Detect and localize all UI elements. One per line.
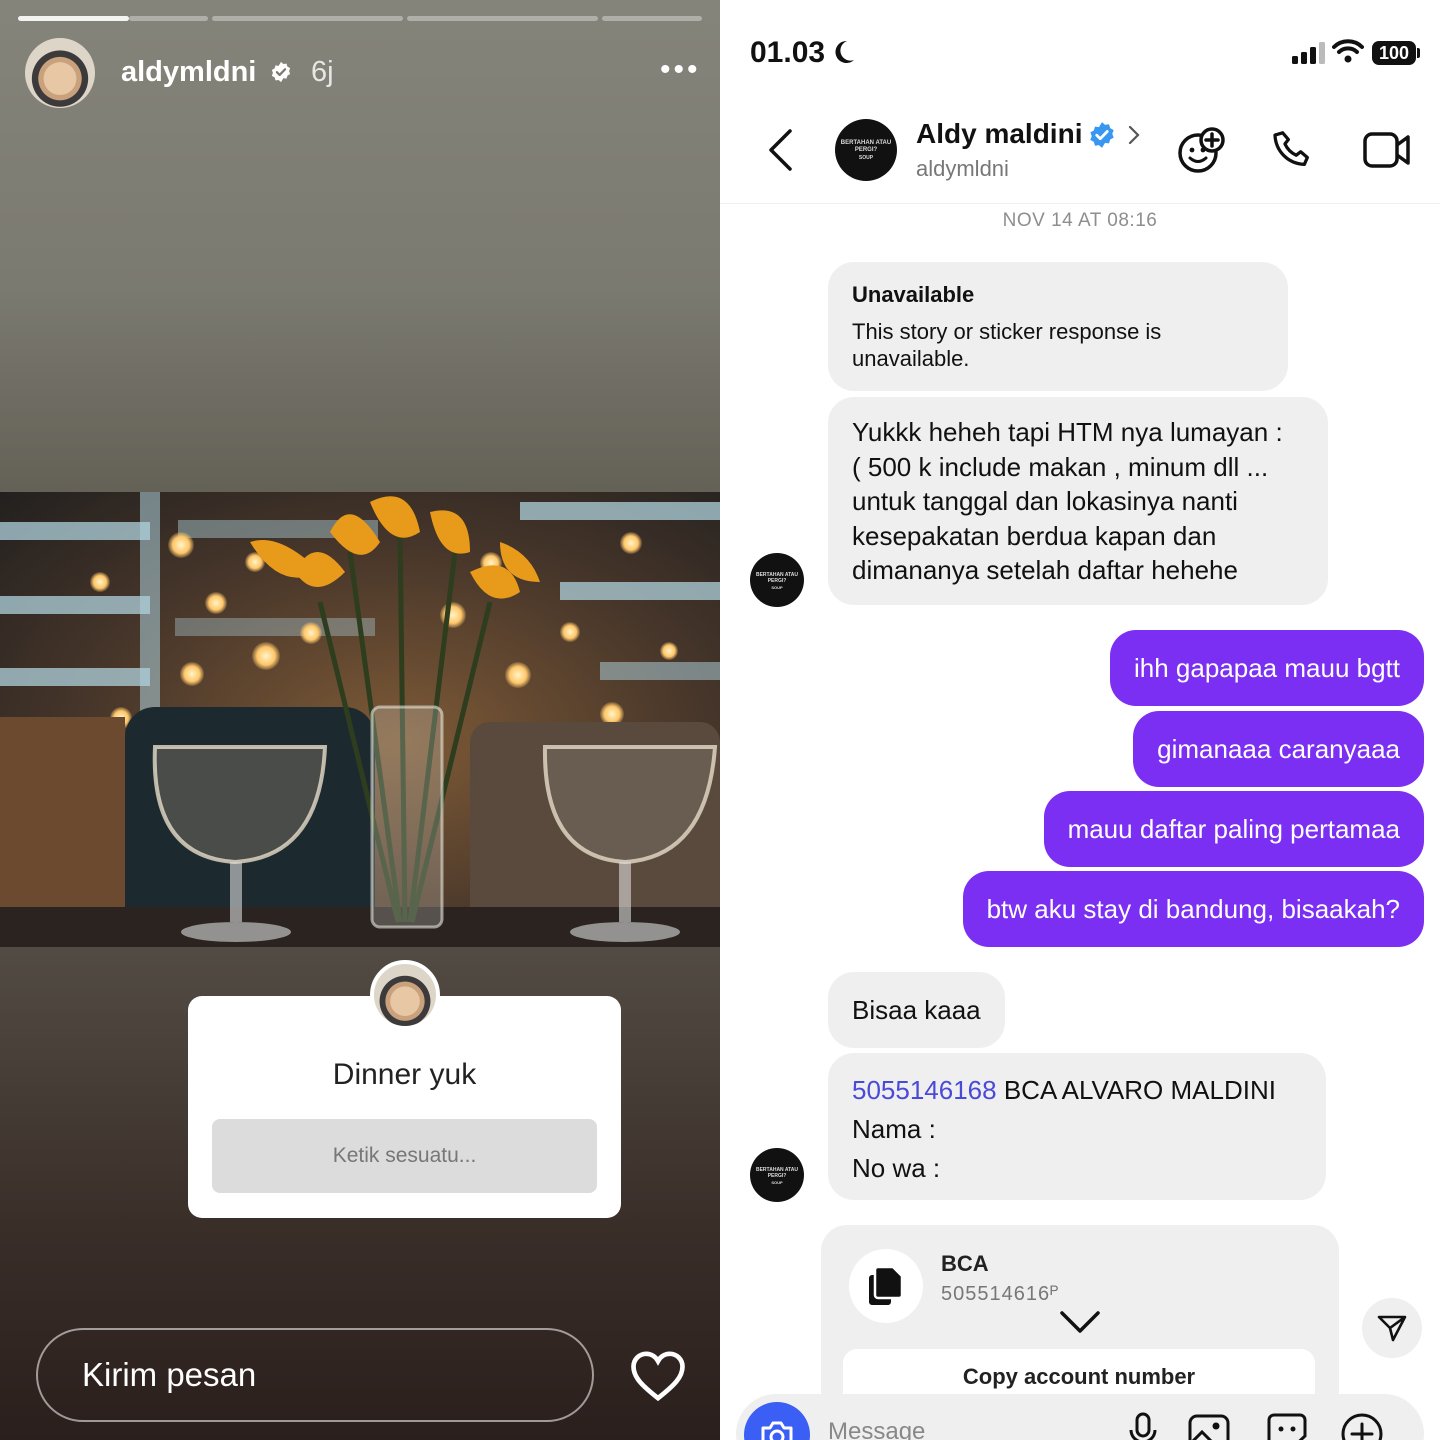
- battery-tip: [1417, 48, 1420, 58]
- verified-badge-icon: [271, 61, 291, 83]
- message-line: Nama :: [852, 1114, 936, 1144]
- bank-name: BCA: [941, 1251, 989, 1276]
- story-avatar[interactable]: [25, 38, 95, 108]
- battery-indicator: 100: [1372, 41, 1416, 65]
- story-viewer: aldymldni 6j ••• Dinner yuk Ketik sesuat…: [0, 0, 720, 1440]
- message-line: 5055146168 BCA ALVARO MALDINI: [852, 1071, 1304, 1110]
- story-username[interactable]: aldymldni: [121, 56, 256, 89]
- message-line: dimananya setelah daftar hehehe: [852, 555, 1238, 585]
- story-progress-segment: [212, 16, 403, 21]
- sender-avatar[interactable]: BERTAHAN ATAU PERGI? SOUP: [750, 553, 804, 607]
- heart-icon[interactable]: [630, 1350, 686, 1402]
- chat-contact-handle: aldymldni: [916, 156, 1009, 181]
- direct-message-screen: 01.03 100 BERTAHAN ATAU PERGI? SOUP Aldy…: [720, 0, 1440, 1440]
- moon-icon: [835, 40, 854, 63]
- incoming-message[interactable]: Bisaa kaaa: [828, 972, 1005, 1048]
- message-line: untuk tanggal dan lokasinya nanti: [852, 486, 1238, 516]
- story-photo: [0, 492, 720, 947]
- add-icon[interactable]: [1340, 1412, 1384, 1440]
- story-progress-segment: [18, 16, 129, 21]
- chevron-down-icon[interactable]: [1059, 1309, 1101, 1335]
- camera-icon: [761, 1421, 793, 1440]
- share-button[interactable]: [1362, 1298, 1422, 1358]
- status-time: 01.03: [750, 36, 826, 69]
- bank-account-number: 505514616ᴾ: [941, 1283, 1060, 1305]
- chevron-right-icon[interactable]: [1127, 124, 1141, 146]
- wifi-icon: [1332, 39, 1364, 63]
- wine-glass-illustration: [152, 745, 328, 942]
- message-composer[interactable]: Message: [736, 1394, 1424, 1440]
- chat-avatar[interactable]: BERTAHAN ATAU PERGI? SOUP: [835, 119, 897, 181]
- message-input[interactable]: Message: [828, 1418, 925, 1440]
- sticker-icon[interactable]: [1266, 1412, 1308, 1440]
- message-line: ( 500 k include makan , minum dll ...: [852, 451, 1269, 482]
- outgoing-message[interactable]: mauu daftar paling pertamaa: [1043, 791, 1424, 867]
- unavailable-story-message[interactable]: Unavailable This story or sticker respon…: [828, 262, 1288, 391]
- incoming-message[interactable]: Yukkk heheh tapi HTM nya lumayan : ( 500…: [828, 397, 1328, 605]
- story-time-ago: 6j: [311, 56, 334, 88]
- chat-contact-name[interactable]: Aldy maldini: [916, 118, 1082, 150]
- video-call-icon[interactable]: [1362, 128, 1412, 172]
- microphone-icon[interactable]: [1128, 1412, 1158, 1440]
- outgoing-message[interactable]: gimanaaa caranyaaa: [1133, 711, 1424, 787]
- phone-call-icon[interactable]: [1270, 128, 1316, 174]
- story-progress-segment: [129, 16, 208, 21]
- verified-badge-icon: [1090, 122, 1114, 148]
- story-reply-input[interactable]: Kirim pesan: [36, 1328, 594, 1422]
- bank-holder-text: BCA ALVARO MALDINI: [996, 1075, 1276, 1105]
- sticker-answer-input[interactable]: Ketik sesuatu...: [212, 1119, 597, 1193]
- more-options-icon[interactable]: •••: [660, 55, 701, 85]
- send-arrow-icon: [1377, 1315, 1407, 1342]
- back-chevron-icon[interactable]: [766, 128, 794, 172]
- unavailable-title: Unavailable: [852, 282, 975, 307]
- sticker-question: Dinner yuk: [332, 1058, 477, 1091]
- story-progress-segment: [602, 16, 702, 21]
- incoming-message[interactable]: 5055146168 BCA ALVARO MALDINI Nama : No …: [828, 1053, 1326, 1200]
- cellular-signal-icon: [1292, 42, 1325, 64]
- copy-icon: [849, 1249, 923, 1323]
- account-number-link[interactable]: 5055146168: [852, 1075, 997, 1105]
- effects-sticker-icon[interactable]: [1176, 126, 1226, 176]
- outgoing-message[interactable]: ihh gapapaa mauu bgtt: [1110, 630, 1424, 706]
- wine-glass-illustration: [542, 745, 718, 942]
- message-line: kesepakatan berdua kapan dan: [852, 520, 1217, 551]
- outgoing-message[interactable]: btw aku stay di bandung, bisaakah?: [962, 871, 1424, 947]
- story-progress-segment: [407, 16, 598, 21]
- message-line: No wa :: [852, 1153, 941, 1183]
- message-line: Yukkk heheh tapi HTM nya lumayan :: [852, 417, 1283, 447]
- gallery-icon[interactable]: [1188, 1412, 1230, 1440]
- date-separator: NOV 14 AT 08:16: [1002, 210, 1158, 231]
- sticker-avatar: [370, 960, 440, 1030]
- unavailable-body: This story or sticker response is unavai…: [852, 319, 1162, 371]
- header-divider: [720, 203, 1440, 204]
- sender-avatar[interactable]: BERTAHAN ATAU PERGI? SOUP: [750, 1148, 804, 1202]
- camera-button[interactable]: [744, 1402, 810, 1440]
